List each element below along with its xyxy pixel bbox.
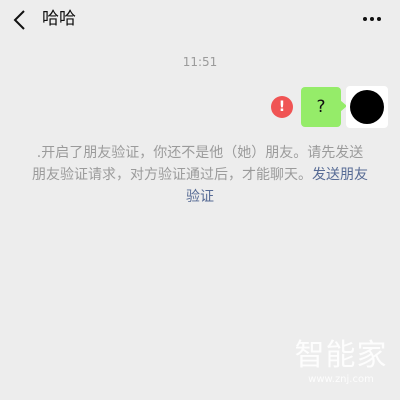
system-notice: .开启了朋友验证，你还不是他（她）朋友。请先发送 朋友验证请求，对方验证通过后，… — [20, 142, 380, 208]
more-horizontal-icon[interactable] — [362, 14, 382, 24]
outgoing-message-bubble[interactable]: ? — [301, 87, 341, 127]
exclamation-error-icon[interactable]: ! — [271, 96, 293, 118]
avatar-image — [350, 90, 384, 124]
chat-title: 哈哈 — [42, 9, 76, 29]
avatar[interactable] — [346, 86, 388, 128]
message-timestamp: 11:51 — [182, 55, 218, 69]
chat-header: 哈哈 — [0, 0, 400, 40]
watermark-brand: 智能家 — [294, 338, 388, 373]
watermark: 智能家 www.znj.com — [290, 338, 392, 386]
watermark-url: www.znj.com — [308, 374, 374, 385]
chevron-left-icon[interactable] — [10, 9, 30, 31]
